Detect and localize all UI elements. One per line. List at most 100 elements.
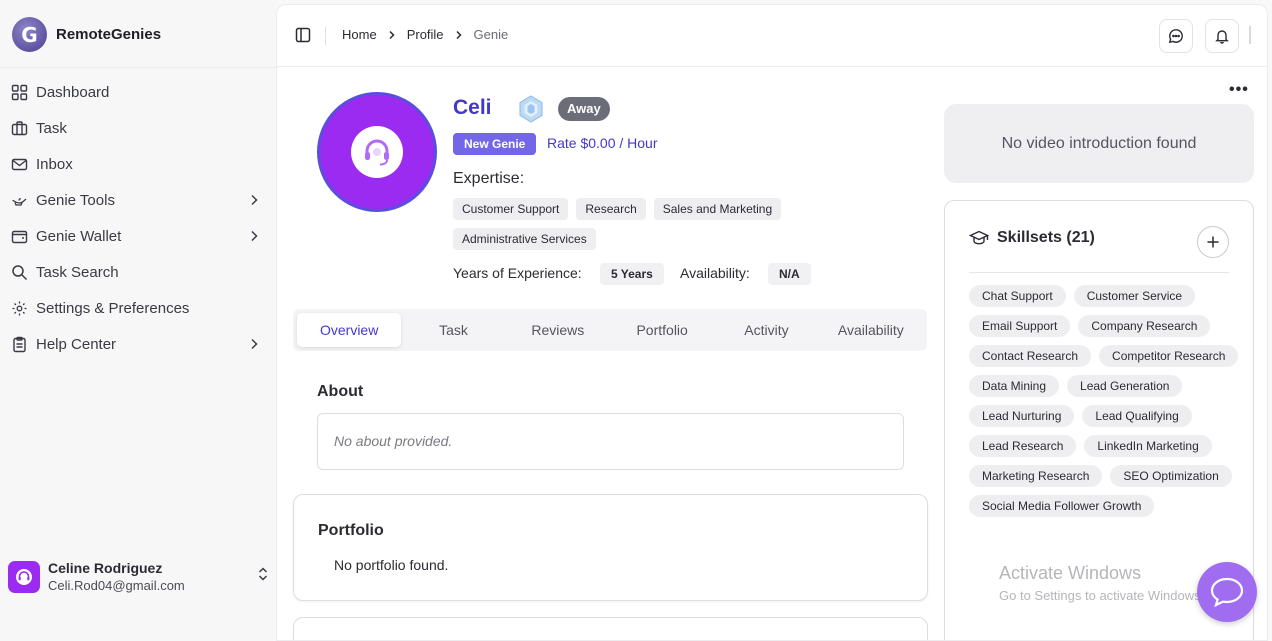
expertise-chip: Customer Support <box>453 198 569 220</box>
chat-widget-button[interactable] <box>1197 562 1257 622</box>
user-account-switcher[interactable]: Celine Rodriguez Celi.Rod04@gmail.com <box>8 560 270 593</box>
expertise-list: Customer Support Research Sales and Mark… <box>453 198 853 250</box>
avatar <box>8 560 40 593</box>
next-section-card <box>293 617 928 640</box>
user-name: Celine Rodriguez <box>48 560 163 576</box>
tab-availability[interactable]: Availability <box>819 313 923 347</box>
notifications-button[interactable] <box>1205 19 1239 53</box>
expertise-label: Expertise: <box>453 170 525 187</box>
sidebar-item-label: Inbox <box>36 155 73 173</box>
gear-icon <box>11 300 28 317</box>
skill-chip: Customer Service <box>1073 285 1196 307</box>
rank-badge-icon <box>517 95 545 128</box>
breadcrumb: Home Profile Genie <box>342 27 508 42</box>
user-email: Celi.Rod04@gmail.com <box>48 578 185 593</box>
search-icon <box>11 264 28 281</box>
skillsets-title: Skillsets (21) <box>997 229 1095 246</box>
tab-overview[interactable]: Overview <box>297 313 402 347</box>
headset-icon <box>16 568 32 585</box>
topbar-divider <box>325 27 326 45</box>
sidebar-toggle-icon[interactable] <box>295 27 311 48</box>
hourly-rate: Rate $0.00 / Hour <box>547 135 658 151</box>
tab-portfolio[interactable]: Portfolio <box>610 313 714 347</box>
breadcrumb-current: Genie <box>473 27 509 42</box>
skill-chip: Company Research <box>1078 315 1211 337</box>
profile-name: Celi <box>453 96 492 119</box>
skill-chip: Lead Generation <box>1067 375 1183 397</box>
main-panel: Home Profile Genie Celi Away New Genie R… <box>276 4 1268 641</box>
messages-button[interactable] <box>1159 19 1193 53</box>
sidebar-item-task-search[interactable]: Task Search <box>11 254 261 290</box>
brand-name: RemoteGenies <box>56 26 162 43</box>
sidebar-item-label: Dashboard <box>36 83 110 101</box>
skill-chip: LinkedIn Marketing <box>1084 435 1212 457</box>
portfolio-empty-message: No portfolio found. <box>334 557 449 573</box>
tab-activity[interactable]: Activity <box>714 313 818 347</box>
profile-avatar <box>317 92 437 212</box>
wallet-icon <box>11 228 28 245</box>
experience-label: Years of Experience: <box>453 265 582 281</box>
genie-lamp-icon <box>11 192 28 209</box>
sidebar-item-help-center[interactable]: Help Center <box>11 326 261 362</box>
skill-list: Chat Support Customer Service Email Supp… <box>969 285 1239 517</box>
genie-logo-icon <box>12 17 47 52</box>
portfolio-card: Portfolio No portfolio found. <box>293 494 928 601</box>
chevron-up-down-icon <box>256 566 270 587</box>
sidebar-divider <box>0 67 276 68</box>
experience-value: 5 Years <box>600 263 664 285</box>
tab-reviews[interactable]: Reviews <box>506 313 610 347</box>
sidebar-item-label: Genie Tools <box>36 191 115 209</box>
skill-chip: Lead Nurturing <box>969 405 1075 427</box>
availability-value: N/A <box>768 263 811 285</box>
breadcrumb-profile[interactable]: Profile <box>407 27 444 42</box>
chevron-right-icon <box>389 30 395 39</box>
brand[interactable]: RemoteGenies <box>12 17 161 52</box>
add-skill-button[interactable] <box>1197 226 1229 258</box>
about-content: No about provided. <box>317 413 904 470</box>
tab-task[interactable]: Task <box>401 313 505 347</box>
grid-icon <box>11 84 28 101</box>
sidebar-item-label: Help Center <box>36 335 117 353</box>
skill-chip: Email Support <box>969 315 1071 337</box>
expertise-chip: Sales and Marketing <box>653 198 782 220</box>
status-badge: Away <box>558 97 610 121</box>
skill-chip: Social Media Follower Growth <box>969 495 1155 517</box>
skill-chip: SEO Optimization <box>1110 465 1232 487</box>
sidebar-nav: Dashboard Task Inbox Genie Tools Genie W… <box>11 74 261 362</box>
sidebar-item-genie-wallet[interactable]: Genie Wallet <box>11 218 261 254</box>
topbar: Home Profile Genie <box>277 5 1267 67</box>
sidebar-item-dashboard[interactable]: Dashboard <box>11 74 261 110</box>
bell-icon <box>1215 30 1229 44</box>
more-options-icon[interactable]: ••• <box>1229 81 1249 99</box>
clipboard-icon <box>11 336 28 353</box>
sidebar-item-inbox[interactable]: Inbox <box>11 146 261 182</box>
about-title: About <box>317 383 364 400</box>
skill-chip: Marketing Research <box>969 465 1103 487</box>
availability-label: Availability: <box>680 265 750 281</box>
sidebar-item-label: Task <box>36 119 67 137</box>
expertise-chip: Research <box>576 198 646 220</box>
skillsets-divider <box>969 272 1229 273</box>
briefcase-icon <box>11 120 28 137</box>
sidebar-item-label: Genie Wallet <box>36 227 122 245</box>
skill-chip: Lead Qualifying <box>1082 405 1192 427</box>
sidebar-item-genie-tools[interactable]: Genie Tools <box>11 182 261 218</box>
mail-icon <box>11 156 28 173</box>
portfolio-title: Portfolio <box>318 522 384 539</box>
chevron-right-icon <box>247 337 261 351</box>
breadcrumb-home[interactable]: Home <box>342 27 377 42</box>
skill-chip: Data Mining <box>969 375 1060 397</box>
sidebar-item-task[interactable]: Task <box>11 110 261 146</box>
chevron-right-icon <box>247 229 261 243</box>
chevron-right-icon <box>247 193 261 207</box>
user-info: Celine Rodriguez Celi.Rod04@gmail.com <box>48 560 248 593</box>
profile-tabs: Overview Task Reviews Portfolio Activity… <box>293 309 927 351</box>
video-introduction: No video introduction found <box>944 104 1254 183</box>
sidebar-item-settings[interactable]: Settings & Preferences <box>11 290 261 326</box>
chat-bubble-icon <box>1210 577 1244 608</box>
plus-icon <box>1207 236 1219 248</box>
sidebar-item-label: Task Search <box>36 263 119 281</box>
chevron-right-icon <box>456 30 462 39</box>
tier-badge: New Genie <box>453 133 537 155</box>
sidebar-item-label: Settings & Preferences <box>36 299 190 317</box>
